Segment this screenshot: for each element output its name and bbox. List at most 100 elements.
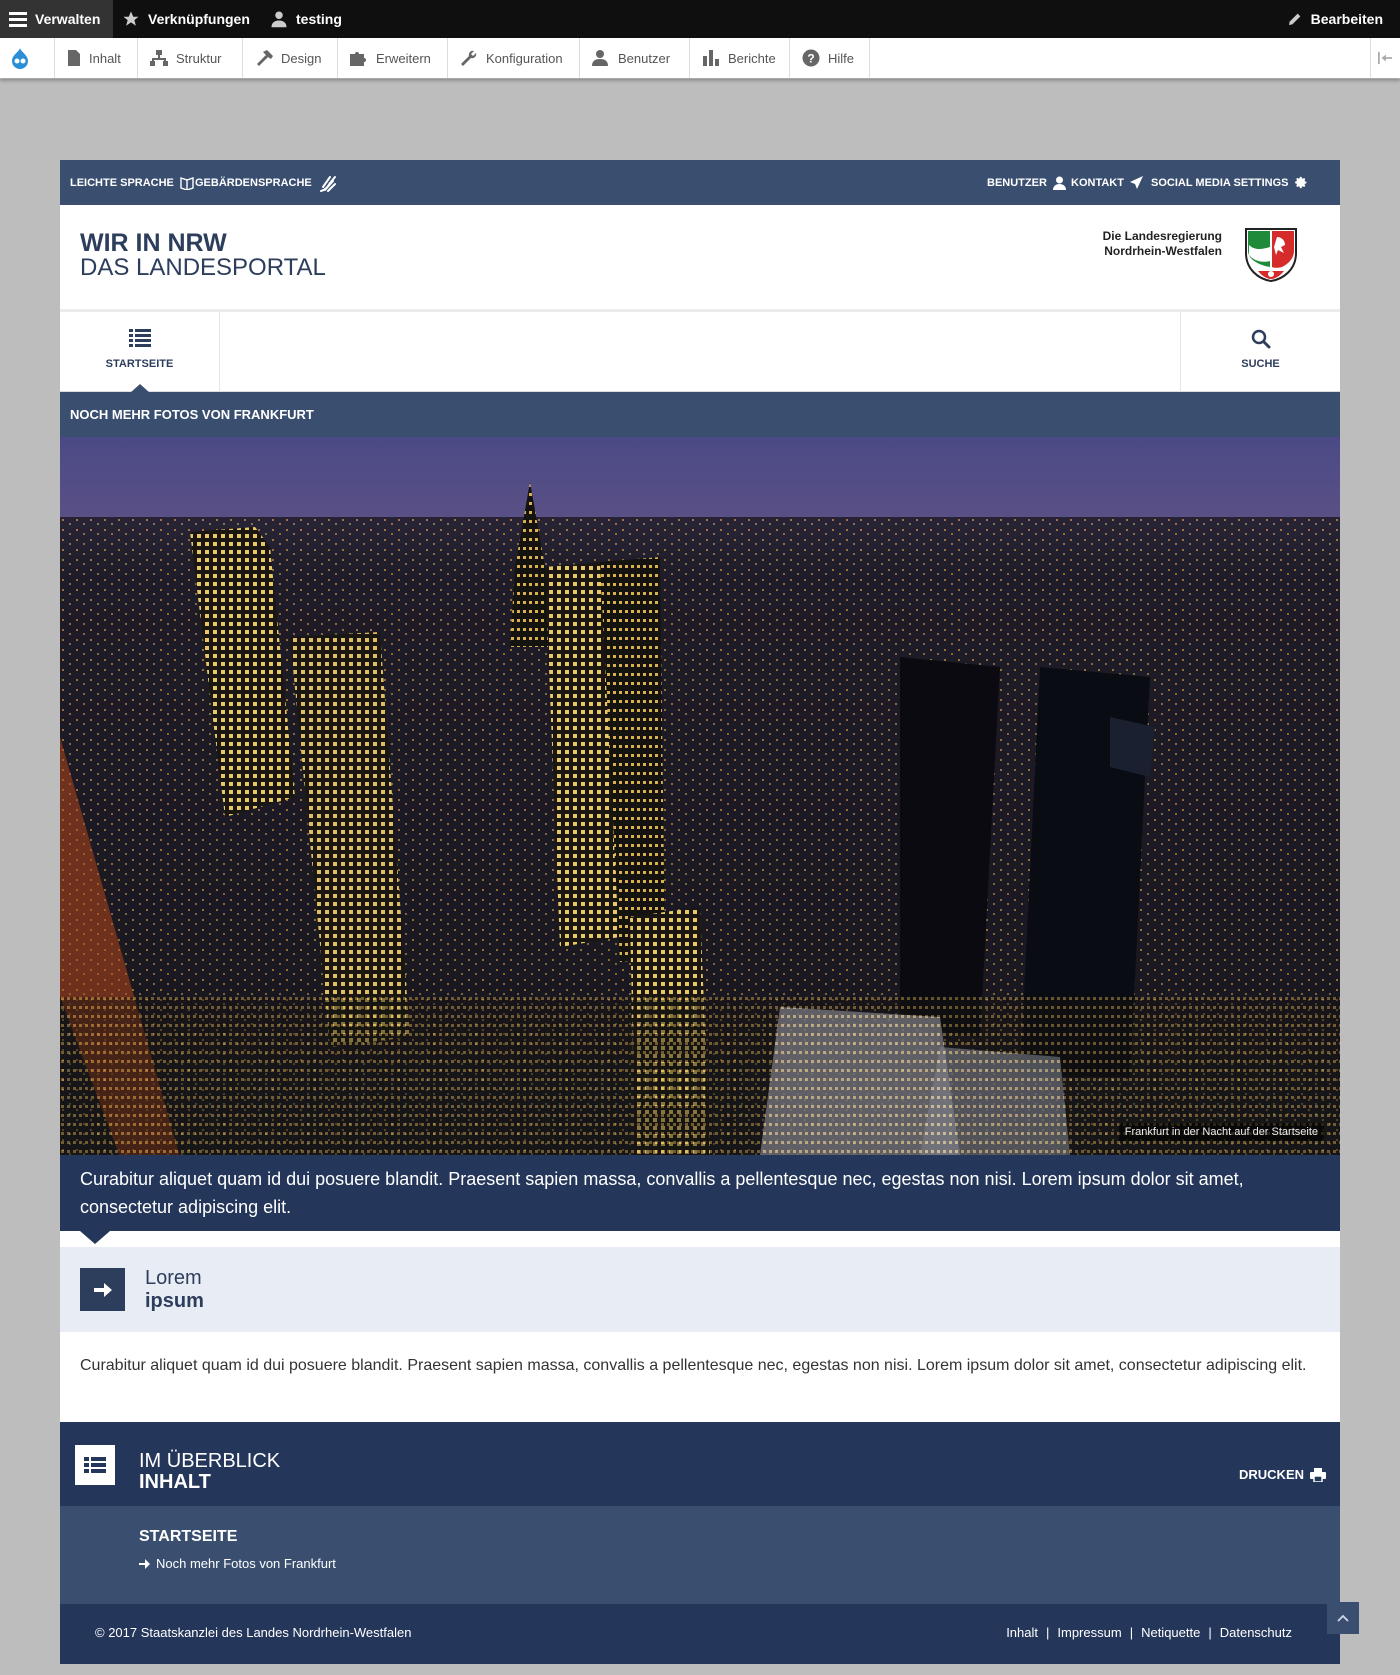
service-bar: LEICHTE SPRACHE GEBÄRDENSPRACHE BENUTZER… [60, 160, 1340, 205]
intro-caret [60, 1231, 1340, 1247]
tray-item-people[interactable]: Benutzer [580, 38, 690, 78]
tray-label: Hilfe [828, 50, 855, 66]
hammer-icon [257, 50, 273, 66]
main-navigation: STARTSEITE SUCHE [60, 312, 1340, 393]
user-link[interactable]: BENUTZER [987, 160, 1066, 205]
nrw-coat-of-arms [1245, 228, 1297, 283]
government-label: Die Landesregierung Nordrhein-Westfalen [1103, 229, 1222, 259]
structure-icon [150, 50, 168, 66]
help-icon: ? [802, 49, 820, 67]
user-menu[interactable]: testing [270, 0, 342, 38]
footer-link-content[interactable]: Inhalt [1006, 1625, 1038, 1640]
toc-link[interactable]: Noch mehr Fotos von Frankfurt [139, 1556, 336, 1571]
printer-icon [1310, 1467, 1326, 1482]
overview-title-line1: IM ÜBERBLICK [139, 1450, 281, 1472]
pencil-icon [1288, 13, 1300, 25]
print-button[interactable]: DRUCKEN [1239, 1467, 1326, 1482]
puzzle-icon [350, 52, 366, 66]
arrow-right-icon [139, 1558, 150, 1569]
tray-item-structure[interactable]: Struktur [138, 38, 243, 78]
teaser-title-line2: ipsum [145, 1290, 204, 1312]
manage-label: Verwalten [35, 11, 101, 27]
manage-menu[interactable]: Verwalten [0, 0, 113, 38]
people-icon [592, 50, 608, 66]
paper-plane-icon [1129, 176, 1143, 189]
gov-line1: Die Landesregierung [1102, 229, 1222, 243]
tray-label: Benutzer [618, 50, 671, 66]
tray-item-design[interactable]: Design [243, 38, 338, 78]
search-icon [1251, 329, 1270, 349]
image-caption: Frankfurt in der Nacht auf der Startseit… [1118, 1123, 1324, 1141]
scroll-to-top-button[interactable] [1327, 1602, 1359, 1634]
document-icon [68, 50, 80, 66]
drupal-home[interactable] [0, 38, 55, 78]
tray-item-help[interactable]: ? Hilfe [790, 38, 870, 78]
hero-image: Frankfurt in der Nacht auf der Startseit… [60, 437, 1340, 1155]
nav-search[interactable]: SUCHE [1180, 312, 1340, 392]
edit-label: Bearbeiten [1310, 11, 1383, 27]
tray-label: Design [281, 50, 322, 66]
tray-item-reports[interactable]: Berichte [690, 38, 790, 78]
user-icon [271, 11, 287, 28]
site-frame: LEICHTE SPRACHE GEBÄRDENSPRACHE BENUTZER… [60, 160, 1340, 1664]
star-icon [123, 11, 139, 26]
svg-text:?: ? [807, 52, 814, 66]
user-icon [1052, 176, 1066, 190]
gov-line2: Nordrhein-Westfalen [1104, 244, 1222, 258]
site-header: WIR IN NRW DAS LANDESPORTAL Die Landesre… [60, 205, 1340, 312]
table-of-contents: STARTSEITE Noch mehr Fotos von Frankfurt [60, 1506, 1340, 1604]
tray-item-content[interactable]: Inhalt [55, 38, 138, 78]
overview-header: IM ÜBERBLICK INHALT DRUCKEN [60, 1422, 1340, 1506]
teaser-link[interactable]: Lorem ipsum [60, 1247, 1340, 1332]
separator: | [1208, 1625, 1212, 1640]
sign-language-label: GEBÄRDENSPRACHE [195, 176, 312, 189]
easy-language-label: LEICHTE SPRACHE [70, 176, 174, 189]
copyright: © 2017 Staatskanzlei des Landes Nordrhei… [95, 1625, 412, 1640]
tray-label: Struktur [176, 50, 222, 66]
hamburger-icon [9, 12, 27, 27]
collapse-icon [1378, 51, 1392, 65]
tray-orientation-toggle[interactable] [1370, 38, 1400, 78]
list-icon [128, 329, 151, 347]
bar-chart-icon [703, 50, 719, 66]
gear-icon [1294, 176, 1306, 189]
toc-heading[interactable]: STARTSEITE [139, 1528, 237, 1546]
print-label: DRUCKEN [1239, 1467, 1304, 1482]
nav-home[interactable]: STARTSEITE [60, 312, 220, 393]
brand-subtitle[interactable]: DAS LANDESPORTAL [80, 254, 326, 282]
nav-home-label: STARTSEITE [105, 358, 174, 370]
social-media-settings-link[interactable]: SOCIAL MEDIA SETTINGS [1151, 160, 1308, 205]
chevron-up-icon [1337, 1614, 1349, 1622]
teaser-title-line1: Lorem [145, 1267, 202, 1289]
contact-link[interactable]: KONTAKT [1071, 160, 1143, 205]
separator: | [1129, 1625, 1134, 1640]
admin-tray: Inhalt Struktur Design Erweitern Konfigu… [0, 38, 1400, 79]
body-text: Curabitur aliquet quam id dui posuere bl… [80, 1357, 1307, 1374]
social-label: SOCIAL MEDIA SETTINGS [1151, 176, 1289, 189]
easy-language-link[interactable]: LEICHTE SPRACHE [70, 160, 194, 205]
contact-label: KONTAKT [1071, 176, 1124, 189]
tray-label: Konfiguration [486, 50, 563, 66]
wrench-icon [461, 50, 477, 66]
shortcuts-label: Verknüpfungen [148, 11, 250, 27]
shortcuts-menu[interactable]: Verknüpfungen [122, 0, 250, 38]
tray-item-configuration[interactable]: Konfiguration [448, 38, 580, 78]
site-footer: © 2017 Staatskanzlei des Landes Nordrhei… [60, 1604, 1340, 1664]
tray-label: Erweitern [376, 50, 431, 66]
overview-title-line2: INHALT [139, 1471, 211, 1493]
page-title-bar: NOCH MEHR FOTOS VON FRANKFURT [60, 392, 1340, 437]
hand-icon [319, 175, 336, 192]
user-link-label: BENUTZER [987, 176, 1047, 189]
toc-link-label: Noch mehr Fotos von Frankfurt [156, 1556, 336, 1571]
nav-search-label: SUCHE [1241, 358, 1280, 370]
tray-label: Berichte [728, 50, 776, 66]
tray-item-extend[interactable]: Erweitern [338, 38, 448, 78]
footer-link-netiquette[interactable]: Netiquette [1141, 1625, 1200, 1640]
admin-toolbar: Verwalten Verknüpfungen testing Bearbeit… [0, 0, 1400, 38]
edit-button[interactable]: Bearbeiten [1287, 0, 1383, 38]
footer-link-privacy[interactable]: Datenschutz [1220, 1625, 1292, 1640]
footer-link-imprint[interactable]: Impressum [1057, 1625, 1121, 1640]
active-indicator [130, 384, 150, 393]
tray-label: Inhalt [89, 50, 121, 66]
sign-language-link[interactable]: GEBÄRDENSPRACHE [195, 160, 340, 205]
